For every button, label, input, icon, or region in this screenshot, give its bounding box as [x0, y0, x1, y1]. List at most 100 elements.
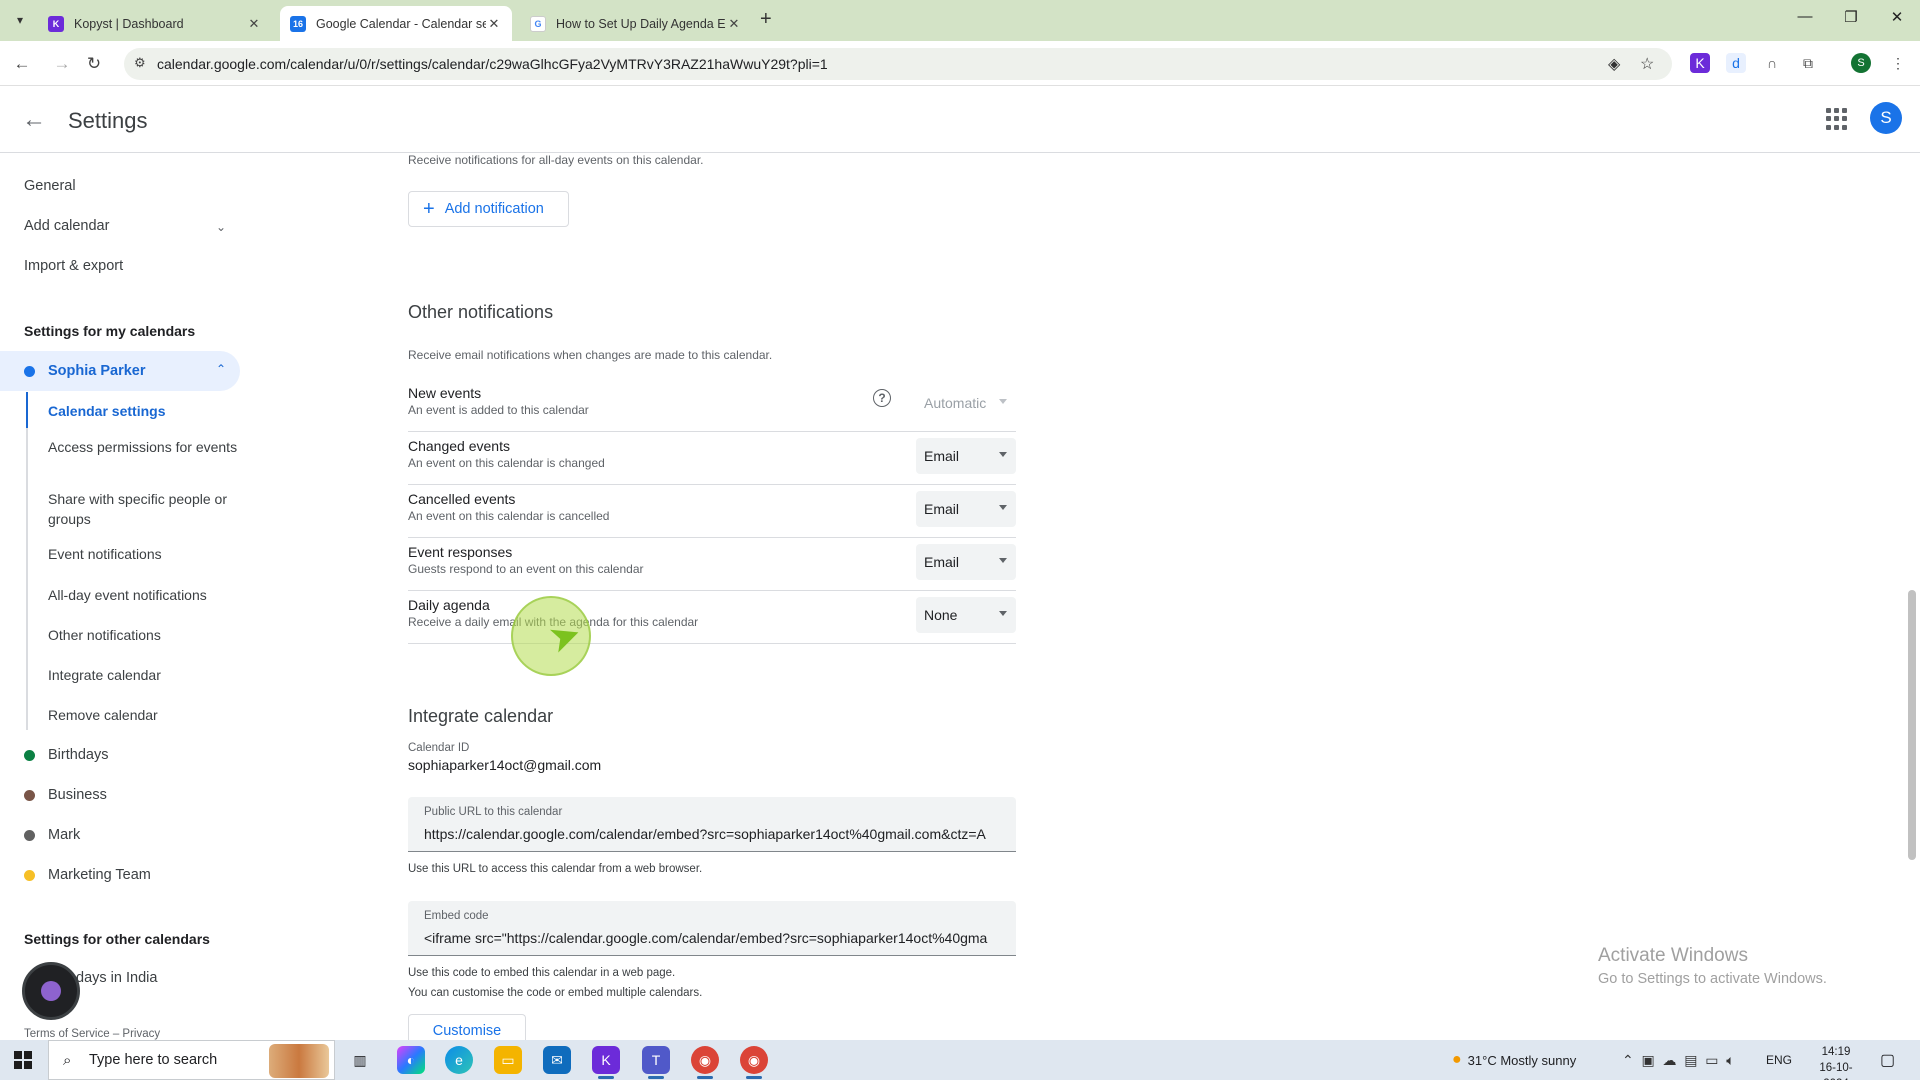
other-calendars-heading: Settings for other calendars [24, 931, 210, 947]
cancelled-events-select[interactable]: Email [916, 491, 1016, 527]
daily-agenda-select[interactable]: None [916, 597, 1016, 633]
browser-tab-strip: ▾ K Kopyst | Dashboard ✕ 16 Google Calen… [0, 0, 1920, 41]
sidebar-calendar-holidays[interactable]: days in India [76, 970, 157, 986]
forward-arrow-icon[interactable]: → [50, 52, 74, 76]
sidebar-calendar-business[interactable]: Business [0, 775, 240, 815]
tab-google-calendar[interactable]: 16 Google Calendar - Calendar set ✕ [280, 6, 512, 41]
subnav-remove-calendar[interactable]: Remove calendar [48, 705, 238, 725]
browser-toolbar: ← → ↻ ⚙ calendar.google.com/calendar/u/0… [0, 41, 1920, 86]
integrate-calendar-title: Integrate calendar [408, 706, 554, 726]
public-url-field[interactable]: Public URL to this calendar https://cale… [408, 797, 1016, 852]
edge-icon[interactable]: e [445, 1046, 473, 1074]
sidebar-calendar-sophia-parker[interactable]: Sophia Parker [0, 351, 240, 391]
subnav-calendar-settings[interactable]: Calendar settings [48, 401, 238, 421]
new-events-select: Automatic [916, 385, 1016, 421]
new-tab-plus-icon[interactable]: + [760, 8, 772, 31]
kopyst-favicon-icon: K [48, 15, 64, 32]
calendar-id-label: Calendar ID [408, 742, 470, 754]
assistant-orb-icon[interactable] [22, 962, 80, 1020]
activate-windows-watermark: Activate Windows Go to Settings to activ… [1598, 945, 1827, 987]
address-bar[interactable]: ⚙ calendar.google.com/calendar/u/0/r/set… [124, 48, 1672, 80]
profile-avatar[interactable]: S [1851, 53, 1871, 73]
sidebar-item-add-calendar[interactable]: Add calendar [24, 218, 109, 234]
account-avatar[interactable]: S [1870, 102, 1902, 134]
event-responses-select[interactable]: Email [916, 544, 1016, 580]
calendar-color-dot [24, 829, 35, 841]
subnav-track [26, 392, 28, 730]
windows-taskbar: ⌕ Type here to search ▥ ◐ e ▭ ✉ K T ◉ ◉ … [0, 1040, 1920, 1080]
help-question-icon[interactable]: ? [873, 389, 891, 407]
subnav-integrate-calendar[interactable]: Integrate calendar [48, 665, 238, 685]
dropdown-arrow-icon [999, 611, 1007, 616]
tab-close-icon[interactable]: ✕ [246, 16, 262, 32]
system-tray-icons[interactable]: ⌃ ▣ ☁ ▤ ▭ 🔈︎ [1622, 1040, 1735, 1080]
subnav-access-permissions[interactable]: Access permissions for events [48, 437, 238, 457]
other-notifications-title: Other notifications [408, 302, 554, 322]
kopyst-extension-icon[interactable]: K [1690, 53, 1710, 73]
puzzle-extensions-icon[interactable]: ⧉ [1798, 53, 1818, 73]
chrome-icon[interactable]: ◉ [691, 1046, 719, 1079]
document-extension-icon[interactable]: d [1726, 53, 1746, 73]
language-indicator[interactable]: ENG [1766, 1040, 1792, 1080]
sidebar-item-general[interactable]: General [24, 178, 76, 194]
tab-close-icon[interactable]: ✕ [486, 16, 502, 32]
search-highlight-image [269, 1044, 329, 1078]
calendar-id-value[interactable]: sophiaparker14oct@gmail.com [408, 757, 601, 773]
reload-icon[interactable]: ↻ [82, 52, 106, 76]
sidebar-calendar-marketing-team[interactable]: Marketing Team [0, 855, 240, 895]
extension-arc-icon[interactable]: ∩ [1762, 53, 1782, 73]
tab-close-icon[interactable]: ✕ [726, 16, 742, 32]
add-notification-button[interactable]: + Add notification [408, 191, 569, 227]
task-view-icon[interactable]: ▥ [346, 1046, 374, 1074]
sidebar-item-import-export[interactable]: Import & export [24, 258, 123, 274]
google-apps-icon[interactable] [1826, 108, 1848, 130]
mail-icon[interactable]: ✉ [543, 1046, 571, 1074]
sun-icon: ● [1452, 1051, 1462, 1068]
kebab-menu-icon[interactable]: ⋮ [1888, 53, 1908, 73]
notifications-icon[interactable]: ▢ [1880, 1040, 1895, 1080]
eye-off-icon[interactable]: ◈ [1608, 54, 1620, 74]
sidebar-calendar-mark[interactable]: Mark [0, 815, 240, 855]
page-title: Settings [68, 108, 148, 133]
tab-kopyst[interactable]: K Kopyst | Dashboard ✕ [38, 6, 272, 41]
restore-icon[interactable]: ❐ [1836, 8, 1866, 26]
bookmark-star-icon[interactable]: ☆ [1640, 54, 1654, 74]
chevron-down-icon[interactable]: ⌄ [216, 220, 226, 234]
windows-start-icon[interactable] [14, 1051, 32, 1069]
teams-icon[interactable]: T [642, 1046, 670, 1079]
subnav-all-day-notifications[interactable]: All-day event notifications [48, 585, 238, 605]
calendar-color-dot [24, 365, 35, 377]
changed-events-select[interactable]: Email [916, 438, 1016, 474]
tab-how-to[interactable]: G How to Set Up Daily Agenda Em ✕ [520, 6, 752, 41]
minimize-icon[interactable]: — [1790, 8, 1820, 25]
back-arrow-icon[interactable]: ← [22, 106, 46, 134]
search-icon: ⌕ [63, 1052, 72, 1069]
scrollbar-thumb[interactable] [1908, 590, 1916, 860]
window-close-icon[interactable]: ✕ [1882, 8, 1912, 26]
sidebar-calendar-birthdays[interactable]: Birthdays [0, 735, 240, 775]
url-text[interactable]: calendar.google.com/calendar/u/0/r/setti… [157, 56, 828, 72]
weather-widget[interactable]: ● 31°C Mostly sunny [1452, 1040, 1576, 1080]
file-explorer-icon[interactable]: ▭ [494, 1046, 522, 1074]
all-day-note: Receive notifications for all-day events… [408, 153, 704, 167]
dropdown-arrow-icon [999, 399, 1007, 404]
subnav-share[interactable]: Share with specific people or groups [48, 489, 238, 529]
tab-search-chevron-icon[interactable]: ▾ [8, 8, 32, 32]
notification-row-new-events: New events An event is added to this cal… [408, 379, 1016, 432]
subnav-active-indicator [26, 392, 28, 428]
copilot-icon[interactable]: ◐ [397, 1046, 425, 1074]
notification-row-event-responses: Event responses Guests respond to an eve… [408, 538, 1016, 591]
site-info-icon[interactable]: ⚙ [134, 55, 146, 71]
chevron-up-icon[interactable]: ⌃ [216, 362, 226, 376]
subnav-event-notifications[interactable]: Event notifications [48, 544, 238, 564]
taskbar-clock[interactable]: 14:19 16-10-2024 [1808, 1044, 1864, 1080]
notification-row-changed-events: Changed events An event on this calendar… [408, 432, 1016, 485]
kopyst-app-icon[interactable]: K [592, 1046, 620, 1079]
chrome-profile-icon[interactable]: ◉ [740, 1046, 768, 1079]
embed-code-field[interactable]: Embed code <iframe src="https://calendar… [408, 901, 1016, 956]
footer-links[interactable]: Terms of Service – Privacy [24, 1028, 160, 1040]
taskbar-search-box[interactable]: ⌕ Type here to search [48, 1040, 335, 1080]
settings-header: ← Settings S [0, 86, 1920, 153]
subnav-other-notifications[interactable]: Other notifications [48, 625, 238, 645]
back-arrow-icon[interactable]: ← [10, 52, 34, 76]
